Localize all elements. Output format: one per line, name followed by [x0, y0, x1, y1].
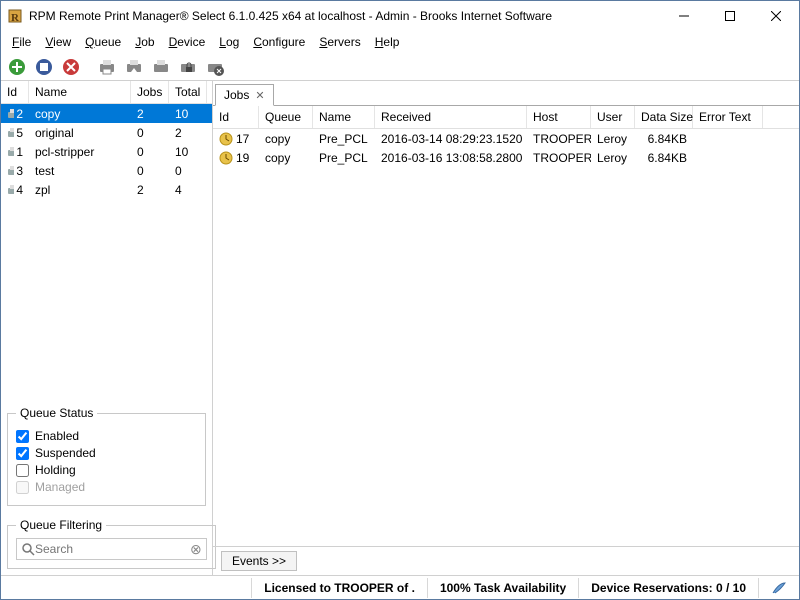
queue-add-button[interactable]	[5, 55, 29, 79]
jcol-id[interactable]: Id	[213, 106, 259, 128]
queue-table-header: Id Name Jobs Total	[1, 81, 212, 104]
printer-button-1[interactable]	[95, 55, 119, 79]
printer-button-2[interactable]	[122, 55, 146, 79]
right-pane: Jobs ✕ Id Queue Name Received Host User …	[213, 81, 799, 575]
jcol-size[interactable]: Data Size	[635, 106, 693, 128]
maximize-button[interactable]	[707, 1, 753, 31]
job-row[interactable]: 17copyPre_PCL2016-03-14 08:29:23.1520TRO…	[213, 129, 799, 148]
jobs-table-header: Id Queue Name Received Host User Data Si…	[213, 106, 799, 129]
window-title: RPM Remote Print Manager® Select 6.1.0.4…	[29, 9, 661, 23]
toolbar	[1, 53, 799, 81]
printer-lock-button[interactable]	[176, 55, 200, 79]
clear-search-icon[interactable]: ⊗	[190, 541, 202, 558]
tab-close-icon[interactable]: ✕	[255, 89, 264, 102]
col-name[interactable]: Name	[29, 81, 131, 103]
col-jobs[interactable]: Jobs	[131, 81, 169, 103]
app-icon: R	[7, 8, 23, 24]
events-button[interactable]: Events >>	[221, 551, 297, 571]
status-feather-icon	[758, 578, 799, 598]
jcol-err[interactable]: Error Text	[693, 106, 763, 128]
status-task: 100% Task Availability	[427, 578, 578, 598]
tab-strip: Jobs ✕	[213, 81, 799, 105]
queue-row[interactable]: 5original02	[1, 123, 212, 142]
col-id[interactable]: Id	[1, 81, 29, 103]
menu-file[interactable]: File	[5, 33, 38, 51]
events-bar: Events >>	[213, 546, 799, 575]
queue-settings-button[interactable]	[32, 55, 56, 79]
menu-job[interactable]: Job	[128, 33, 161, 51]
jobs-table: Id Queue Name Received Host User Data Si…	[213, 105, 799, 546]
menu-help[interactable]: Help	[368, 33, 407, 51]
queue-row[interactable]: 2copy210	[1, 104, 212, 123]
checkbox-enabled[interactable]: Enabled	[16, 429, 197, 443]
jcol-queue[interactable]: Queue	[259, 106, 313, 128]
menu-configure[interactable]: Configure	[246, 33, 312, 51]
svg-text:R: R	[11, 12, 20, 24]
status-bar: Licensed to TROOPER of . 100% Task Avail…	[1, 575, 799, 599]
jcol-name[interactable]: Name	[313, 106, 375, 128]
status-license: Licensed to TROOPER of .	[251, 578, 427, 598]
col-total[interactable]: Total	[169, 81, 207, 103]
jcol-user[interactable]: User	[591, 106, 635, 128]
queue-delete-button[interactable]	[59, 55, 83, 79]
menu-log[interactable]: Log	[212, 33, 246, 51]
job-row[interactable]: 19copyPre_PCL2016-03-16 13:08:58.2800TRO…	[213, 148, 799, 167]
menu-servers[interactable]: Servers	[312, 33, 367, 51]
printer-button-3[interactable]	[149, 55, 173, 79]
search-icon	[21, 542, 35, 556]
search-input[interactable]	[35, 542, 190, 556]
minimize-button[interactable]	[661, 1, 707, 31]
tab-label: Jobs	[224, 88, 249, 102]
jcol-host[interactable]: Host	[527, 106, 591, 128]
menu-device[interactable]: Device	[162, 33, 213, 51]
printer-cancel-button[interactable]	[203, 55, 227, 79]
queue-status-group: Queue Status Enabled Suspended Holding Mana…	[7, 406, 206, 506]
queue-status-legend: Queue Status	[16, 406, 97, 420]
tab-jobs[interactable]: Jobs ✕	[215, 84, 274, 106]
left-pane: Id Name Jobs Total 2copy2105original021p…	[1, 81, 213, 575]
jcol-received[interactable]: Received	[375, 106, 527, 128]
queue-row[interactable]: 3test00	[1, 161, 212, 180]
menu-bar: FileViewQueueJobDeviceLogConfigureServer…	[1, 31, 799, 53]
status-device: Device Reservations: 0 / 10	[578, 578, 758, 598]
menu-view[interactable]: View	[38, 33, 78, 51]
queue-table: Id Name Jobs Total 2copy2105original021p…	[1, 81, 212, 400]
search-box: ⊗	[16, 538, 207, 560]
queue-row[interactable]: 1pcl-stripper010	[1, 142, 212, 161]
checkbox-holding[interactable]: Holding	[16, 463, 197, 477]
checkbox-suspended[interactable]: Suspended	[16, 446, 197, 460]
queue-filtering-legend: Queue Filtering	[16, 518, 106, 532]
queue-row[interactable]: 4zpl24	[1, 180, 212, 199]
title-bar: R RPM Remote Print Manager® Select 6.1.0…	[1, 1, 799, 31]
checkbox-managed: Managed	[16, 480, 197, 494]
queue-filtering-group: Queue Filtering ⊗	[7, 518, 216, 569]
close-button[interactable]	[753, 1, 799, 31]
menu-queue[interactable]: Queue	[78, 33, 128, 51]
